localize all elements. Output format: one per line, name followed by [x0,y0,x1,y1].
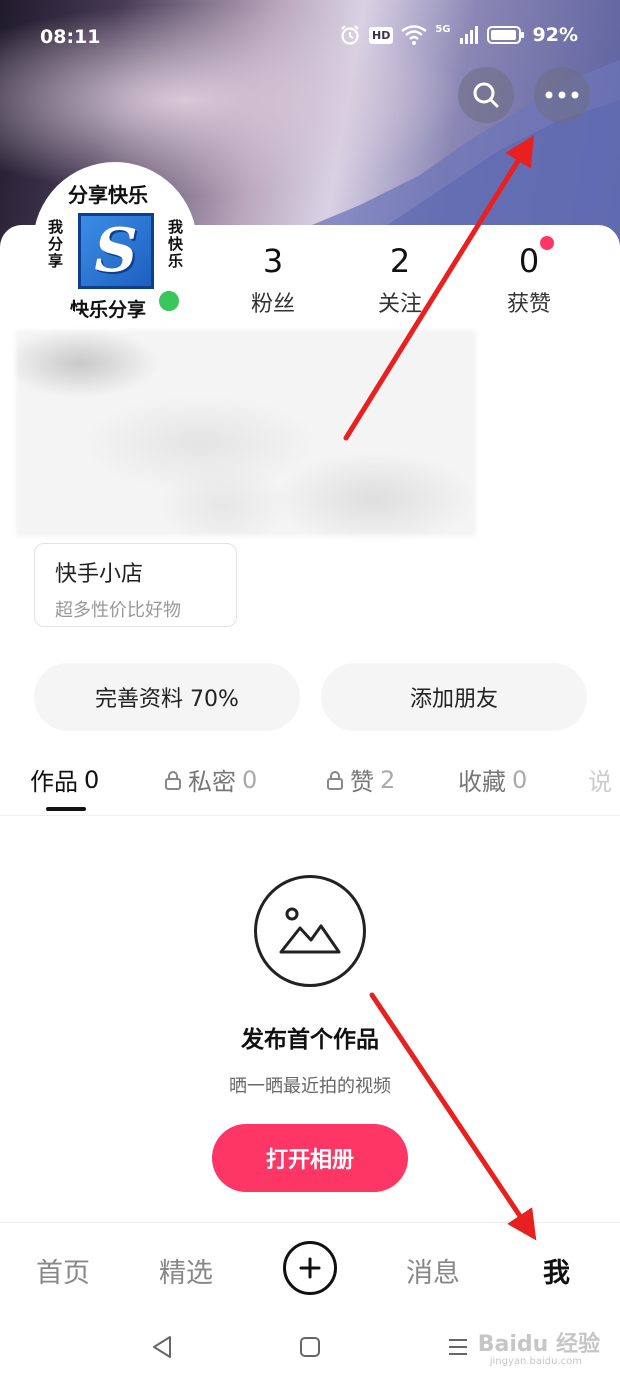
tab-liked-label: 赞 [350,768,374,796]
battery-percent: 92% [532,24,578,46]
lock-icon [327,770,343,790]
shop-title: 快手小店 [55,562,144,587]
stat-following[interactable]: 2 关注 [355,242,445,318]
shop-subtitle: 超多性价比好物 [55,600,181,621]
tab-posts[interactable]: 说 [588,762,612,797]
alarm-icon [341,25,359,45]
recents-menu-icon[interactable] [446,1334,470,1360]
hd-badge: HD [369,26,394,44]
content-tabs: 作品 0 私密 0 赞 2 收藏 0 说 [0,762,620,816]
tab-works-count: 0 [84,765,100,794]
kuaishou-shop-card[interactable]: 快手小店 超多性价比好物 [34,543,237,627]
lock-icon [165,770,181,790]
followers-count: 3 [262,242,284,280]
more-dots-icon [545,91,579,99]
tab-posts-label: 说 [588,768,612,796]
bottom-navigation: 首页 精选 消息 我 [0,1222,620,1314]
tab-private-count: 0 [242,765,258,794]
plus-icon [299,1257,321,1279]
tab-favorites[interactable]: 收藏 0 [458,762,527,797]
tab-private[interactable]: 私密 0 [164,762,257,797]
following-label: 关注 [377,292,422,317]
tab-favorites-count: 0 [512,765,528,794]
search-button[interactable] [458,67,514,123]
open-album-button[interactable]: 打开相册 [212,1124,408,1192]
back-icon[interactable] [150,1334,174,1360]
likes-notification-dot [540,236,554,250]
tab-liked-count: 2 [380,765,396,794]
likes-label: 获赞 [506,292,551,317]
avatar-logo: S [78,213,154,289]
add-friends-button[interactable]: 添加朋友 [321,663,587,731]
tabs-divider [0,815,620,816]
signal-icon [459,26,478,44]
active-tab-indicator [46,807,86,811]
image-icon [279,907,341,954]
nav-messages[interactable]: 消息 [406,1251,460,1290]
wifi-icon [401,25,428,45]
avatar-text-left: 我分享 [48,218,64,270]
empty-state-subtitle: 晒一晒最近拍的视频 [229,1076,391,1097]
stat-likes[interactable]: 0 获赞 [484,242,574,318]
tab-favorites-label: 收藏 [458,768,506,796]
tab-private-label: 私密 [188,768,236,796]
status-icons: HD 5G 92% [339,24,578,46]
nav-featured[interactable]: 精选 [159,1251,213,1290]
network-label: 5G [435,23,451,35]
battery-icon [486,26,524,44]
empty-state-image-icon [254,875,366,987]
following-count: 2 [389,242,411,280]
nav-me[interactable]: 我 [543,1251,570,1290]
followers-label: 粉丝 [250,292,295,317]
empty-state-title: 发布首个作品 [241,1027,379,1053]
avatar-text-right: 我快乐 [168,218,184,270]
avatar-text-top: 分享快乐 [68,183,148,207]
tab-works[interactable]: 作品 0 [30,762,99,797]
status-time: 08:11 [40,26,101,48]
online-status-dot [156,288,182,314]
blurred-profile-info [16,330,476,536]
baidu-watermark: Baidu 经验 [477,1332,600,1357]
avatar-logo-letter: S [94,216,138,286]
tab-liked[interactable]: 赞 2 [326,762,395,797]
baidu-watermark-url: jingyan.baidu.com [489,1356,582,1367]
stat-followers[interactable]: 3 粉丝 [228,242,318,318]
status-bar: 08:11 HD 5G 92% [0,0,620,74]
avatar-text-bottom: 快乐分享 [70,299,147,321]
nav-home[interactable]: 首页 [36,1251,90,1290]
home-icon[interactable] [298,1334,322,1360]
complete-profile-button[interactable]: 完善资料 70% [34,663,300,731]
tab-works-label: 作品 [30,768,78,796]
likes-count: 0 [518,242,540,280]
more-options-button[interactable] [534,67,590,123]
search-icon [473,82,499,108]
create-post-button[interactable] [283,1241,337,1295]
